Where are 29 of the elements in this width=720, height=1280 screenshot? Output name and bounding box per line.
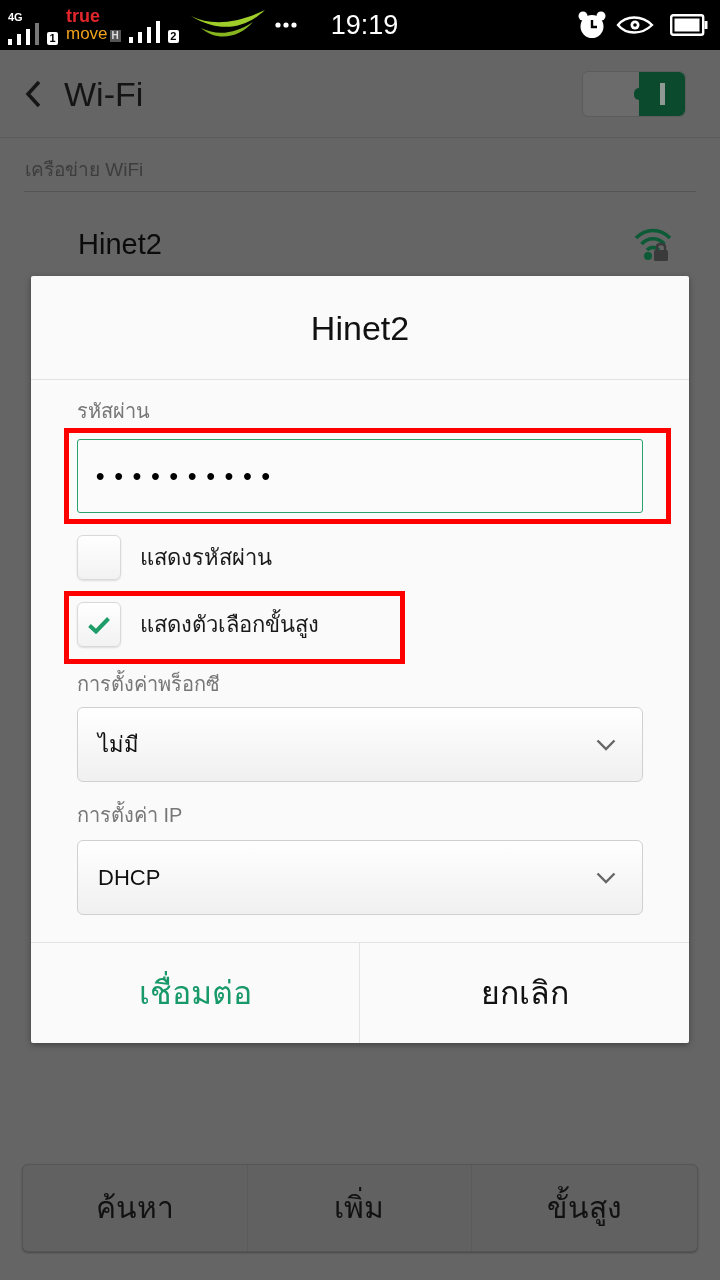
network-type-text: 4G — [8, 12, 23, 23]
password-field[interactable]: •••••••••• — [77, 439, 643, 513]
page-title: Wi-Fi — [64, 76, 144, 111]
sim-number-label: 1 — [47, 32, 58, 45]
eye-icon — [616, 15, 654, 35]
field-label: การตั้งค่าพร็อกซี — [77, 671, 220, 697]
more-dots-icon — [274, 22, 297, 28]
chevron-down-icon — [596, 738, 616, 751]
checkmark-icon — [87, 615, 111, 634]
chevron-down-icon — [596, 871, 616, 884]
field-label: รหัสผ่าน — [77, 399, 150, 424]
dialog-action-button[interactable]: ยกเลิก — [360, 943, 689, 1043]
dialog-title: Hinet2 — [310, 310, 410, 345]
clock-time: 19:19 — [330, 11, 399, 39]
field-label: การตั้งค่า IP — [77, 802, 183, 828]
dropdown-select[interactable]: DHCP — [77, 840, 643, 915]
checkbox[interactable] — [77, 535, 121, 580]
sim-number-label: 2 — [167, 30, 179, 43]
network-type-label: H — [109, 30, 121, 42]
alarm-clock-icon — [578, 11, 606, 39]
checkbox-label: แสดงรหัสผ่าน — [140, 546, 272, 569]
battery-icon — [670, 14, 708, 36]
carrier-logo-text: true — [66, 8, 101, 25]
carrier-logo-text: move — [66, 25, 108, 42]
wifi-lock-icon — [634, 226, 672, 262]
network-name: Hinet2 — [78, 227, 162, 261]
wifi-switch[interactable] — [582, 70, 686, 117]
dropdown-select[interactable]: ไม่มี — [77, 707, 643, 782]
checkbox[interactable] — [77, 602, 121, 647]
